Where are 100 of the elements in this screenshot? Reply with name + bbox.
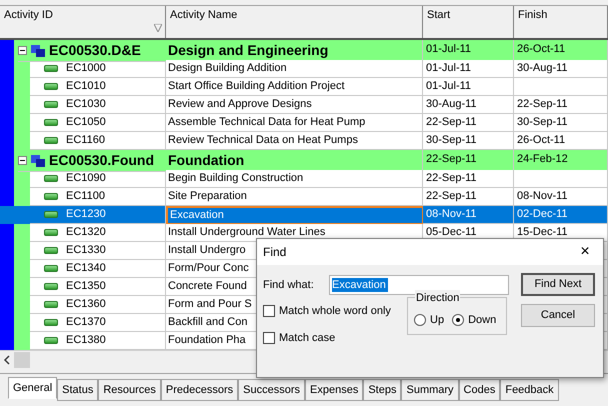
start-date: 01-Jul-11 [426,61,472,76]
activity-bar-icon [44,301,58,308]
activity-bar-icon [44,193,58,200]
activity-row[interactable]: EC1230 Excavation 08-Nov-11 02-Dec-11 [0,206,608,224]
activity-row[interactable]: EC1100 Site Preparation 22-Sep-11 08-Nov-11 [0,188,608,206]
activity-row[interactable]: EC1090 Begin Building Construction 22-Sep-11 [0,170,608,188]
activity-row[interactable]: EC1030 Review and Approve Designs 30-Aug-11 22-Sep-11 [0,96,608,114]
start-date: 22-Sep-11 [426,153,477,165]
finish-date: 26-Oct-11 [517,43,566,55]
start-date: 30-Aug-11 [426,97,477,112]
tab[interactable]: Codes [458,379,500,401]
tab[interactable]: Status [57,379,98,401]
checkbox-label: Match whole word only [279,304,391,319]
radio-label: Up [430,312,444,328]
activity-id: EC1360 [66,297,106,312]
activity-name: Concrete Found [168,279,247,294]
wbs-code: EC00530.Found [49,151,154,170]
start-date: 22-Sep-11 [426,171,477,186]
activity-bar-icon [44,175,58,182]
scroll-left-icon[interactable] [3,354,11,364]
activity-id: EC1090 [66,171,106,186]
activity-bar-icon [44,229,58,236]
activity-id: EC1380 [66,333,106,348]
activity-id: EC1000 [66,61,106,76]
collapse-toggle[interactable] [18,156,27,165]
activity-bar-icon [44,65,58,72]
finish-date: 08-Nov-11 [517,189,568,204]
finish-date: 15-Dec-11 [517,225,568,240]
tab[interactable]: Resources [98,379,161,401]
activity-id: EC1030 [66,97,106,112]
tab[interactable]: Predecessors [160,379,238,401]
activity-name: Start Office Building Addition Project [168,79,345,94]
activity-row[interactable]: EC1160 Review Technical Data on Heat Pumps 30-Sep-11 26-Oct-11 [0,132,608,150]
activity-bar-icon [44,319,58,326]
level-band [14,224,30,242]
activity-bar-icon [44,119,58,126]
cancel-button[interactable]: Cancel [521,304,595,327]
level-band [0,224,14,242]
tab[interactable]: Successors [238,379,306,401]
radio-button[interactable] [452,314,464,326]
start-date: 08-Nov-11 [426,207,477,222]
level-band [14,188,30,206]
activity-name: Review and Approve Designs [168,97,312,112]
activity-bar-icon [44,283,58,290]
activity-name: Form and Pour S [168,297,252,312]
column-header[interactable]: Activity Name [170,9,238,21]
finish-date: 30-Sep-11 [517,115,568,130]
activity-name: Design Building Addition [168,61,287,76]
scroll-thumb[interactable] [14,352,30,368]
activity-row[interactable]: EC1000 Design Building Addition 01-Jul-11 30-Aug-11 [0,60,608,78]
collapse-toggle[interactable] [18,46,27,55]
activity-bar-icon [44,265,58,272]
activity-row[interactable]: EC1010 Start Office Building Addition Project 01-Jul-11 [0,78,608,96]
activity-id: EC1350 [66,279,106,294]
column-header[interactable]: Start [427,9,450,21]
wbs-name: Foundation [168,151,244,170]
activity-name: Assemble Technical Data for Heat Pump [168,115,366,130]
find-next-button[interactable]: Find Next [521,273,595,296]
tab[interactable]: Steps [363,379,402,401]
start-date: 30-Sep-11 [426,133,477,148]
tab[interactable]: Feedback [500,379,559,401]
column-header[interactable]: Finish [518,9,548,21]
activity-bar-icon [44,137,58,144]
level-band [14,170,30,188]
finish-date: 22-Sep-11 [517,97,568,112]
activity-bar-icon [44,101,58,108]
activity-name: Install Underground Water Lines [168,225,326,240]
dialog-title: Find [263,244,286,261]
start-date: 22-Sep-11 [426,189,477,204]
activity-name: Install Undergro [168,243,246,258]
tab[interactable]: General [8,377,58,399]
activity-id: EC1010 [66,79,106,94]
tab[interactable]: Summary [401,379,459,401]
level-band [0,188,14,206]
level-band [0,332,14,350]
tab[interactable]: Expenses [305,379,364,401]
activity-bar-icon [44,83,58,90]
radio-label: Down [468,312,496,328]
checkbox[interactable] [263,332,275,344]
activity-name: Review Technical Data on Heat Pumps [168,133,358,148]
activity-name: Site Preparation [168,189,247,204]
finish-date: 30-Aug-11 [517,61,568,76]
column-header[interactable]: Activity ID [4,9,53,21]
wbs-icon [30,44,46,58]
find-label: Find what: [263,278,315,293]
finish-date: 02-Dec-11 [517,207,568,222]
start-date: 01-Jul-11 [426,43,472,55]
finish-date: 24-Feb-12 [517,153,568,165]
close-button[interactable]: × [573,244,597,260]
radio-button[interactable] [414,314,426,326]
activity-row[interactable]: EC1050 Assemble Technical Data for Heat Pump 22-Sep-11 30-Sep-11 [0,114,608,132]
wbs-icon [30,154,46,168]
filter-icon[interactable] [154,24,162,32]
activity-id: EC1100 [66,189,105,204]
level-band [14,332,30,350]
wbs-name: Design and Engineering [168,41,328,60]
checkbox[interactable] [263,305,275,318]
wbs-code: EC00530.D&E [49,41,141,60]
activity-name: Foundation Pha [168,333,246,348]
activity-bar-icon [44,211,58,218]
